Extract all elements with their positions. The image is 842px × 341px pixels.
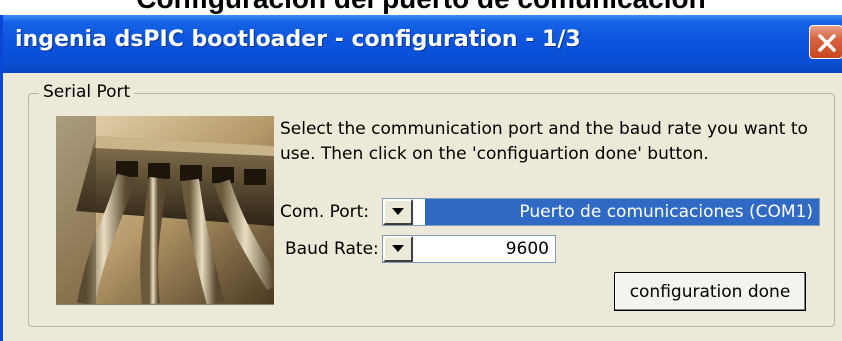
chevron-down-icon bbox=[392, 245, 404, 252]
com-port-dropdown-button[interactable] bbox=[383, 199, 413, 225]
page-caption: Configuración del puerto de comunicación bbox=[0, 0, 842, 14]
title-bar[interactable]: ingenia dsPIC bootloader - configuration… bbox=[3, 15, 842, 73]
configuration-done-button[interactable]: configuration done bbox=[614, 272, 806, 311]
baud-rate-value: 9600 bbox=[425, 236, 555, 262]
com-port-select[interactable]: Puerto de comunicaciones (COM1) bbox=[382, 198, 820, 226]
serial-port-group: Serial Port Select the communication por… bbox=[28, 82, 835, 327]
network-cables-photo bbox=[56, 116, 274, 305]
baud-rate-dropdown-button[interactable] bbox=[383, 236, 413, 262]
close-x-icon bbox=[818, 34, 836, 52]
instructions-text: Select the communication port and the ba… bbox=[280, 119, 808, 164]
group-legend: Serial Port bbox=[39, 82, 135, 102]
window-title: ingenia dsPIC bootloader - configuration… bbox=[15, 27, 581, 52]
com-port-value: Puerto de comunicaciones (COM1) bbox=[425, 199, 819, 225]
chevron-down-icon bbox=[392, 208, 404, 215]
com-port-label: Com. Port: bbox=[280, 202, 370, 222]
config-window: ingenia dsPIC bootloader - configuration… bbox=[0, 15, 842, 341]
baud-rate-label: Baud Rate: bbox=[285, 239, 379, 259]
baud-rate-select[interactable]: 9600 bbox=[382, 235, 556, 263]
close-button[interactable] bbox=[809, 25, 842, 59]
